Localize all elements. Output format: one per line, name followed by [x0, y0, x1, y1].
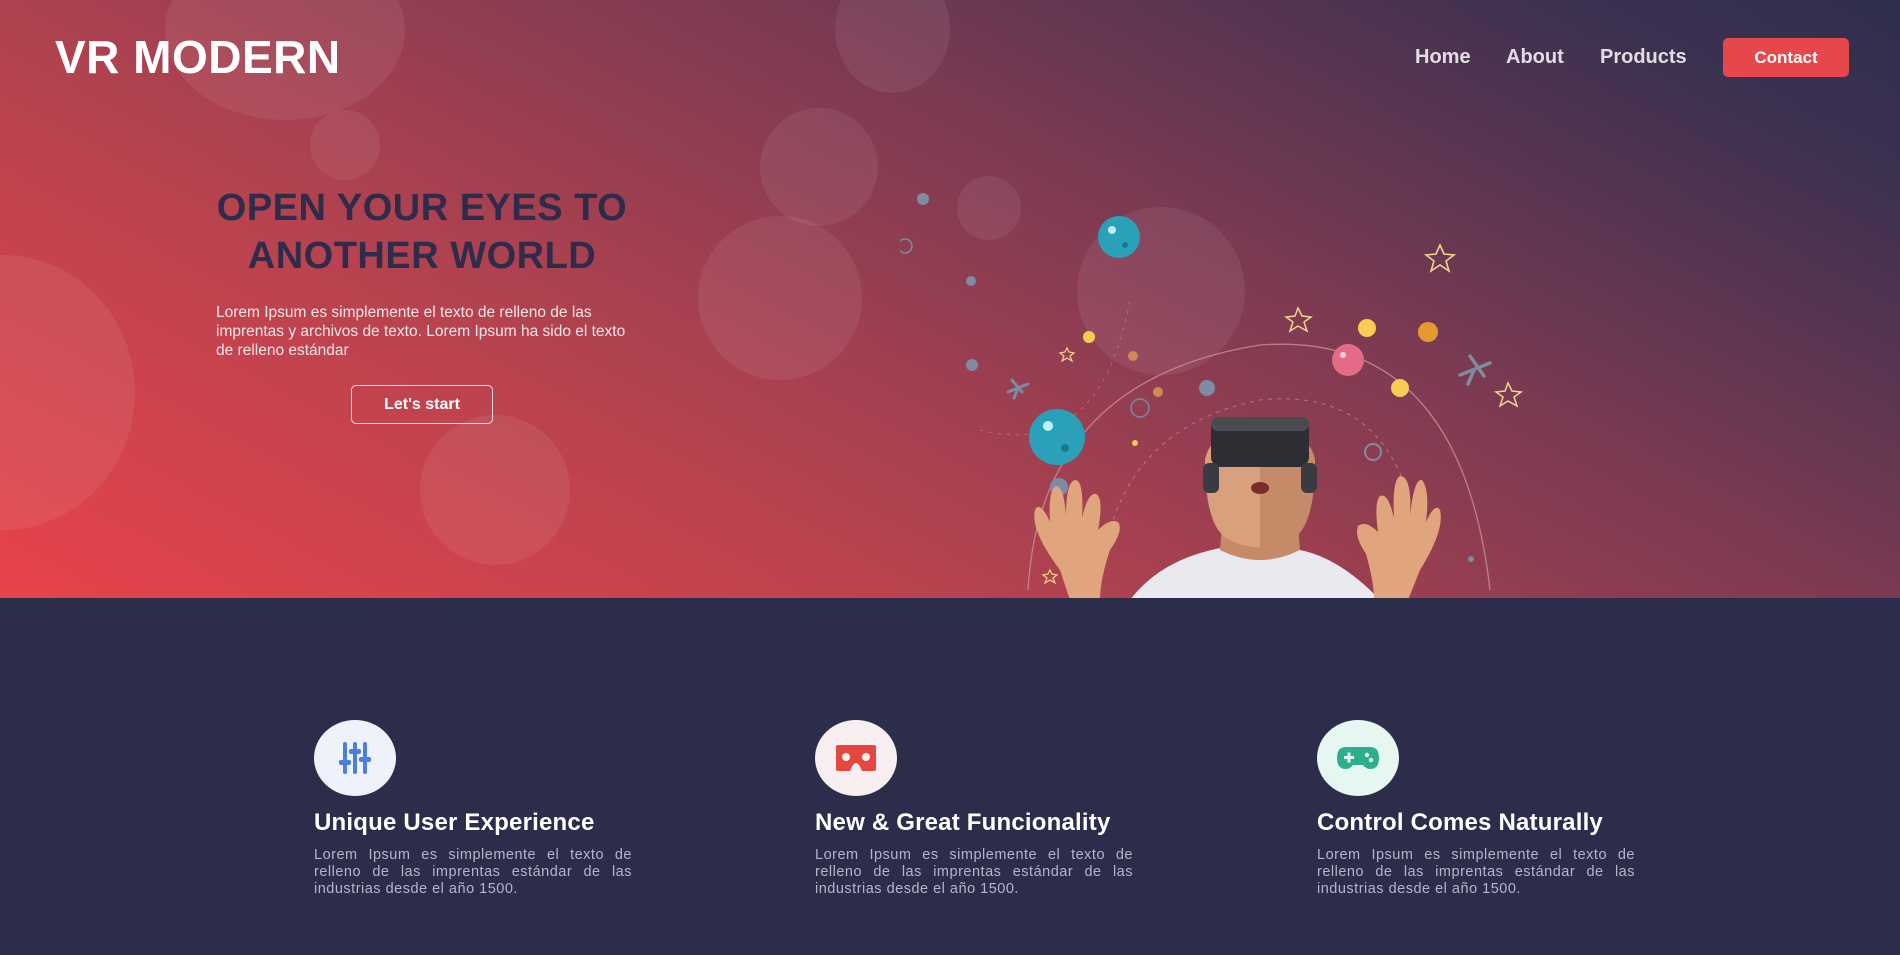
main-nav: Home About Products Contact — [0, 38, 1900, 78]
decorative-bubble — [760, 108, 878, 226]
hero-section: VR MODERN Home About Products Contact OP… — [0, 0, 1900, 598]
decorative-bubble — [698, 216, 862, 380]
feature-card-functionality: New & Great Funcionality Lorem Ipsum es … — [815, 720, 1145, 898]
contact-button[interactable]: Contact — [1723, 38, 1849, 77]
decorative-bubble — [310, 110, 380, 180]
features-section: Unique User Experience Lorem Ipsum es si… — [0, 598, 1900, 955]
sliders-icon-glyph — [339, 742, 371, 774]
feature-description: Lorem Ipsum es simplemente el texto de r… — [815, 847, 1133, 897]
hero-title-line-2: ANOTHER WORLD — [247, 235, 597, 277]
decorative-bubble — [420, 415, 570, 565]
feature-title: Control Comes Naturally — [1317, 809, 1603, 836]
hero-title-line-1: OPEN YOUR EYES TO — [216, 187, 628, 229]
feature-card-user-experience: Unique User Experience Lorem Ipsum es si… — [314, 720, 644, 898]
feature-title: New & Great Funcionality — [815, 809, 1111, 836]
vr-glasses-icon — [815, 720, 897, 796]
sliders-icon — [314, 720, 396, 796]
nav-home[interactable]: Home — [1415, 46, 1471, 69]
decorative-bubble — [0, 255, 135, 530]
feature-description: Lorem Ipsum es simplemente el texto de r… — [314, 847, 632, 897]
vr-glasses-icon-glyph — [836, 745, 876, 771]
nav-products[interactable]: Products — [1600, 46, 1687, 69]
gamepad-icon-glyph — [1337, 747, 1379, 769]
feature-title: Unique User Experience — [314, 809, 595, 836]
hero-description: Lorem Ipsum es simplemente el texto de r… — [216, 304, 626, 359]
hero-title: OPEN YOUR EYES TO ANOTHER WORLD — [160, 184, 684, 280]
vr-headset-person-illustration — [900, 193, 1524, 598]
feature-card-control: Control Comes Naturally Lorem Ipsum es s… — [1317, 720, 1647, 898]
feature-description: Lorem Ipsum es simplemente el texto de r… — [1317, 847, 1635, 897]
nav-about[interactable]: About — [1506, 46, 1564, 69]
lets-start-button[interactable]: Let's start — [351, 385, 493, 424]
gamepad-icon — [1317, 720, 1399, 796]
